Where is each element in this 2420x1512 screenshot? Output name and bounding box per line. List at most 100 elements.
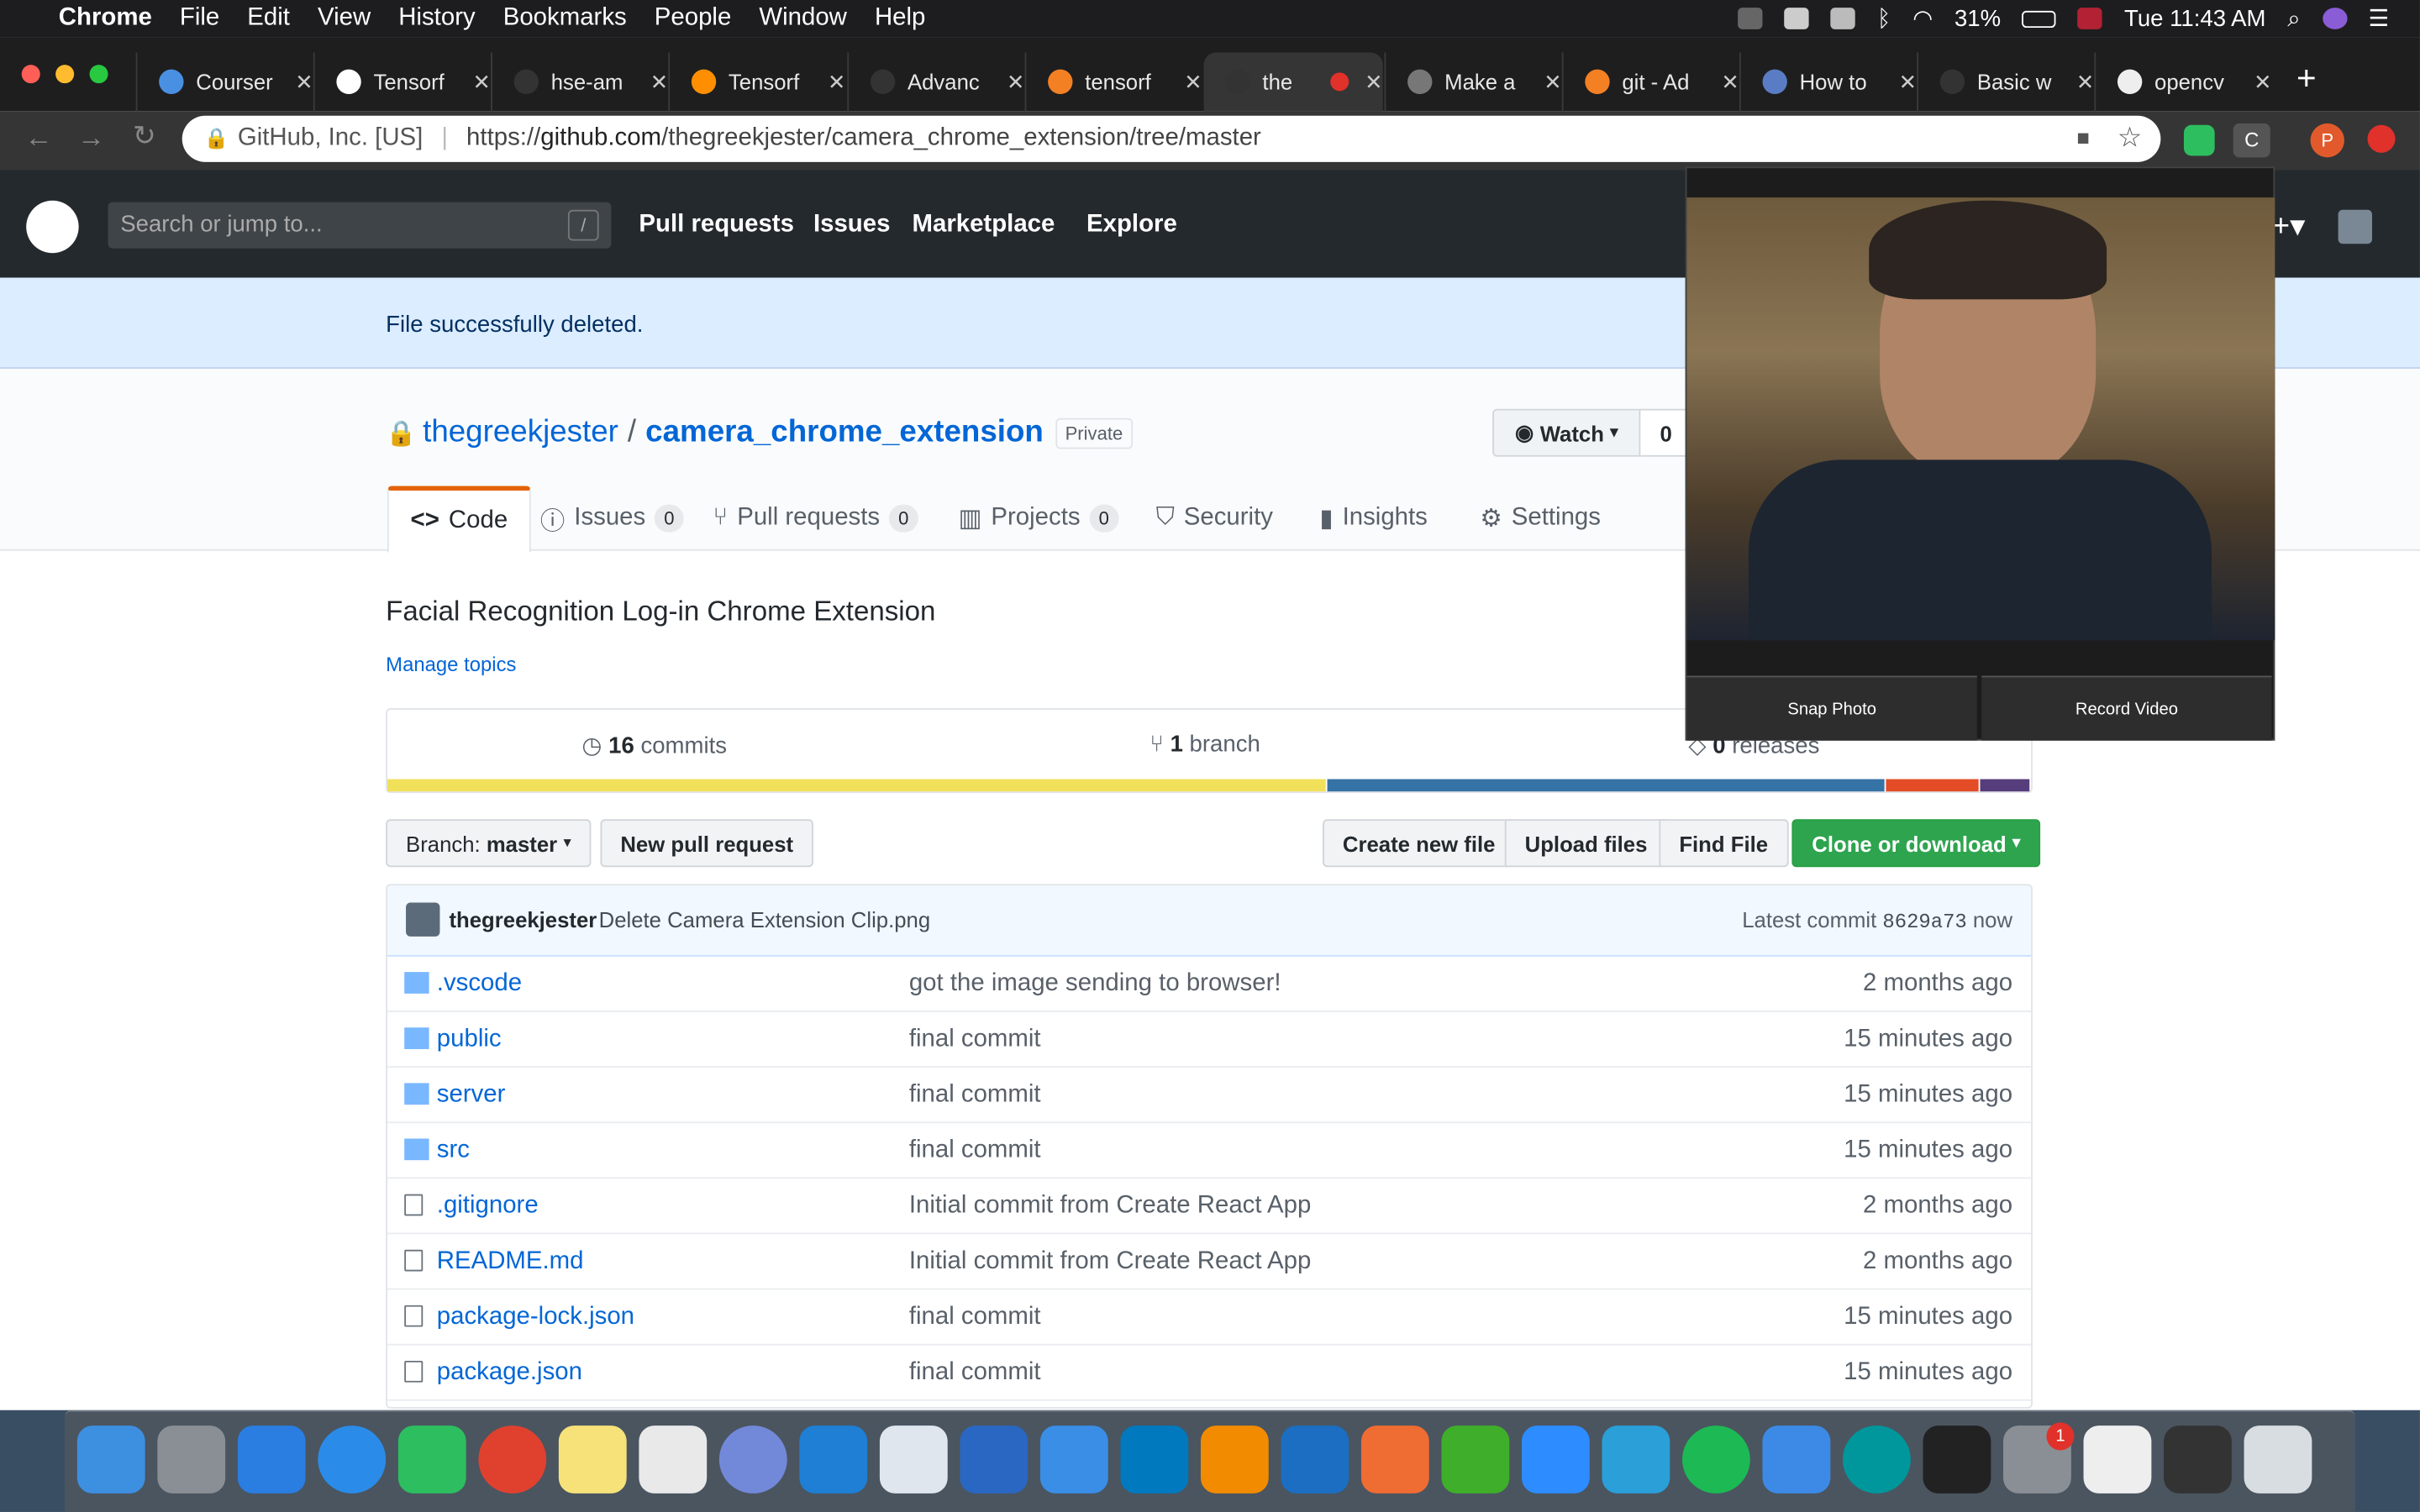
- forward-icon[interactable]: →: [77, 122, 105, 155]
- gmail-status-icon[interactable]: [1784, 8, 1810, 29]
- snap-photo-button[interactable]: Snap Photo: [1686, 675, 1977, 741]
- repo-owner-link[interactable]: thegreekjester: [423, 415, 618, 450]
- vscode-icon[interactable]: [799, 1425, 868, 1494]
- clone-or-download-button[interactable]: Clone or download ▾: [1791, 819, 2041, 868]
- file-commit-message[interactable]: got the image sending to browser!: [909, 970, 1281, 998]
- repo-name-link[interactable]: camera_chrome_extension: [645, 415, 1044, 450]
- screenshot-icon[interactable]: [2164, 1425, 2232, 1494]
- reload-icon[interactable]: ↻: [133, 120, 156, 153]
- xcode-icon[interactable]: [1762, 1425, 1831, 1494]
- terminal-icon[interactable]: [1923, 1425, 1991, 1494]
- file-name-link[interactable]: public: [437, 1026, 502, 1053]
- r-icon[interactable]: [960, 1425, 1028, 1494]
- update-icon[interactable]: [2367, 124, 2396, 153]
- table-row[interactable]: .vscode got the image sending to browser!…: [387, 957, 2032, 1012]
- bluetooth-icon[interactable]: ᛒ: [1877, 5, 1891, 31]
- close-tab-icon[interactable]: ✕: [1007, 69, 1025, 95]
- vlc-icon[interactable]: [1200, 1425, 1269, 1494]
- language-segment[interactable]: [1327, 779, 1885, 792]
- close-tab-icon[interactable]: ✕: [473, 69, 492, 95]
- table-row[interactable]: server final commit 15 minutes ago: [387, 1068, 2032, 1124]
- language-segment[interactable]: [387, 779, 1326, 792]
- wifi-icon[interactable]: ◠: [1912, 5, 1933, 32]
- browser-tab[interactable]: tensorf ✕: [1024, 52, 1202, 112]
- us-flag-icon[interactable]: [2077, 8, 2103, 29]
- file-commit-message[interactable]: final commit: [909, 1137, 1041, 1165]
- close-tab-icon[interactable]: ✕: [1899, 69, 1918, 95]
- table-row[interactable]: .gitignore Initial commit from Create Rea…: [387, 1179, 2032, 1235]
- zoom-icon[interactable]: [1521, 1425, 1590, 1494]
- menu-view[interactable]: View: [303, 5, 384, 33]
- close-tab-icon[interactable]: ✕: [1544, 69, 1562, 95]
- branch-select-button[interactable]: Branch: master ▾: [386, 819, 592, 868]
- battery-percent[interactable]: 31%: [1954, 5, 2001, 31]
- file-commit-message[interactable]: Initial commit from Create React App: [909, 1248, 1312, 1276]
- tab-issues[interactable]: ⓘ Issues 0: [518, 486, 705, 551]
- menu-app-name[interactable]: Chrome: [45, 5, 166, 33]
- create-new-icon[interactable]: +▾: [2272, 207, 2306, 245]
- browser-tab[interactable]: How to ✕: [1739, 52, 1918, 112]
- browser-tab[interactable]: Tensorf ✕: [313, 52, 492, 112]
- browser-tab[interactable]: the ✕: [1203, 52, 1383, 112]
- table-row[interactable]: package-lock.json final commit 15 minutes …: [387, 1289, 2032, 1346]
- branches-link[interactable]: ⑂ 1 branch: [1150, 732, 1260, 758]
- camera-extension-icon[interactable]: C: [2233, 123, 2270, 158]
- finder-icon[interactable]: [76, 1425, 145, 1494]
- tab-settings[interactable]: ⚙ Settings: [1459, 486, 1623, 551]
- table-row[interactable]: public final commit 15 minutes ago: [387, 1012, 2032, 1068]
- browser-tab[interactable]: git - Ad ✕: [1561, 52, 1739, 112]
- tab-projects[interactable]: ▥ Projects 0: [937, 486, 1140, 551]
- commit-sha[interactable]: 8629a73: [1882, 911, 1966, 934]
- language-segment[interactable]: [1980, 779, 2030, 792]
- search-input[interactable]: Search or jump to... /: [108, 202, 612, 249]
- tab-pull-requests[interactable]: ⑂ Pull requests 0: [692, 486, 939, 551]
- close-tab-icon[interactable]: ✕: [2076, 69, 2095, 95]
- commit-author[interactable]: thegreekjester: [449, 907, 597, 932]
- postman-icon[interactable]: [1360, 1425, 1429, 1494]
- github-logo-icon[interactable]: [26, 200, 79, 254]
- close-tab-icon[interactable]: ✕: [1184, 69, 1202, 95]
- nav-marketplace[interactable]: Marketplace: [912, 212, 1055, 239]
- file-name-link[interactable]: server: [437, 1082, 506, 1110]
- slack-icon[interactable]: [639, 1425, 708, 1494]
- browser-tab[interactable]: Tensorf ✕: [668, 52, 846, 112]
- siri-icon[interactable]: [2322, 8, 2347, 29]
- file-commit-message[interactable]: final commit: [909, 1304, 1041, 1331]
- chrome-icon[interactable]: [478, 1425, 547, 1494]
- find-file-button[interactable]: Find File: [1659, 819, 1788, 868]
- menu-edit[interactable]: Edit: [234, 5, 304, 33]
- language-segment[interactable]: [1885, 779, 1979, 792]
- browser-tab[interactable]: opencv ✕: [2094, 52, 2272, 112]
- file-commit-message[interactable]: final commit: [909, 1082, 1041, 1110]
- new-tab-button[interactable]: +: [2296, 59, 2317, 99]
- spotify-icon[interactable]: [1682, 1425, 1750, 1494]
- notification-center-icon[interactable]: ☰: [2369, 5, 2390, 32]
- browser-tab[interactable]: Make a ✕: [1384, 52, 1562, 112]
- clock[interactable]: Tue 11:43 AM: [2124, 5, 2265, 31]
- close-tab-icon[interactable]: ✕: [2254, 69, 2272, 95]
- nav-issues[interactable]: Issues: [813, 212, 890, 239]
- manage-topics-link[interactable]: Manage topics: [386, 653, 516, 676]
- shark-icon[interactable]: [1281, 1425, 1349, 1494]
- dots-icon[interactable]: [1602, 1425, 1670, 1494]
- table-row[interactable]: README.md Initial commit from Create Reac…: [387, 1234, 2032, 1290]
- browser-tab[interactable]: hse-am ✕: [491, 52, 669, 112]
- menu-people[interactable]: People: [640, 5, 745, 33]
- trello-icon[interactable]: [1120, 1425, 1189, 1494]
- trash-icon[interactable]: [2244, 1425, 2312, 1494]
- browser-tab[interactable]: Courser ✕: [135, 52, 313, 112]
- file-name-link[interactable]: package-lock.json: [437, 1304, 634, 1331]
- discord-icon[interactable]: [718, 1425, 787, 1494]
- back-icon[interactable]: ←: [24, 122, 52, 155]
- menu-window[interactable]: Window: [745, 5, 861, 33]
- profile-avatar-icon[interactable]: P: [2310, 123, 2344, 158]
- close-tab-icon[interactable]: ✕: [1721, 69, 1739, 95]
- browser-tab[interactable]: Advanc ✕: [847, 52, 1025, 112]
- safari-icon[interactable]: [318, 1425, 387, 1494]
- menu-history[interactable]: History: [385, 5, 489, 33]
- close-tab-icon[interactable]: ✕: [650, 69, 669, 95]
- record-video-button[interactable]: Record Video: [1981, 675, 2272, 741]
- browser-tab[interactable]: Basic w ✕: [1917, 52, 2095, 112]
- evernote-extension-icon[interactable]: [2183, 124, 2215, 156]
- file-name-link[interactable]: package.json: [437, 1359, 582, 1387]
